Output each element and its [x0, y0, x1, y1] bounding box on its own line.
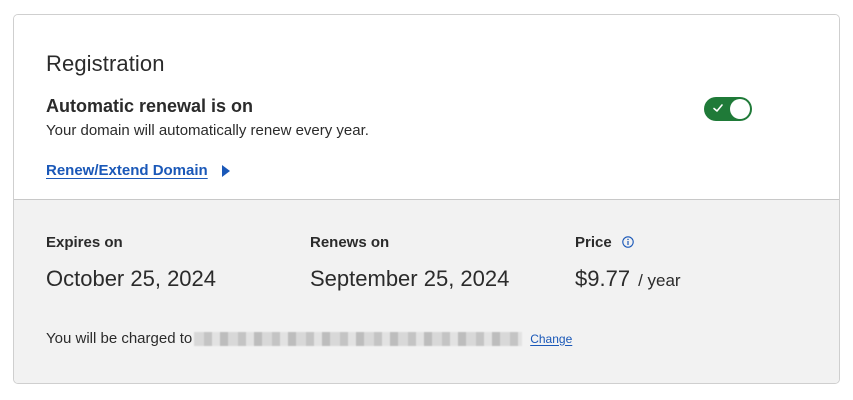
price-value-row: $9.77 / year — [575, 266, 681, 292]
auto-renew-description: Your domain will automatically renew eve… — [46, 122, 369, 139]
toggle-knob — [730, 99, 750, 119]
registration-card: Registration Automatic renewal is on You… — [13, 14, 840, 384]
caret-right-icon — [221, 164, 230, 177]
check-icon — [713, 104, 723, 112]
change-payment-link[interactable]: Change — [530, 332, 572, 346]
price-label: Price — [575, 233, 612, 251]
registration-header-section: Registration Automatic renewal is on You… — [14, 15, 839, 200]
renews-value: September 25, 2024 — [310, 266, 510, 291]
renew-extend-link[interactable]: Renew/Extend Domain — [46, 162, 230, 179]
auto-renew-status: Automatic renewal is on — [46, 96, 254, 116]
charge-row: You will be charged to Change — [46, 330, 572, 347]
price-column: Price $9.77 / year — [575, 232, 681, 292]
charged-to-label: You will be charged to — [46, 330, 193, 347]
section-title: Registration — [46, 51, 165, 76]
redacted-payment-method — [194, 331, 523, 346]
expires-label: Expires on — [46, 233, 123, 251]
info-icon[interactable] — [621, 236, 634, 248]
renews-label: Renews on — [310, 233, 390, 251]
renews-column: Renews on September 25, 2024 — [310, 232, 509, 292]
price-unit: / year — [638, 271, 681, 290]
auto-renew-toggle[interactable] — [704, 97, 752, 121]
renew-extend-link-label: Renew/Extend Domain — [46, 162, 208, 179]
price-value: $9.77 — [575, 266, 631, 291]
expires-value: October 25, 2024 — [46, 266, 217, 291]
registration-details-section: Expires on October 25, 2024 Renews on Se… — [14, 200, 839, 383]
price-label-row: Price — [575, 232, 681, 252]
expires-column: Expires on October 25, 2024 — [46, 232, 216, 292]
